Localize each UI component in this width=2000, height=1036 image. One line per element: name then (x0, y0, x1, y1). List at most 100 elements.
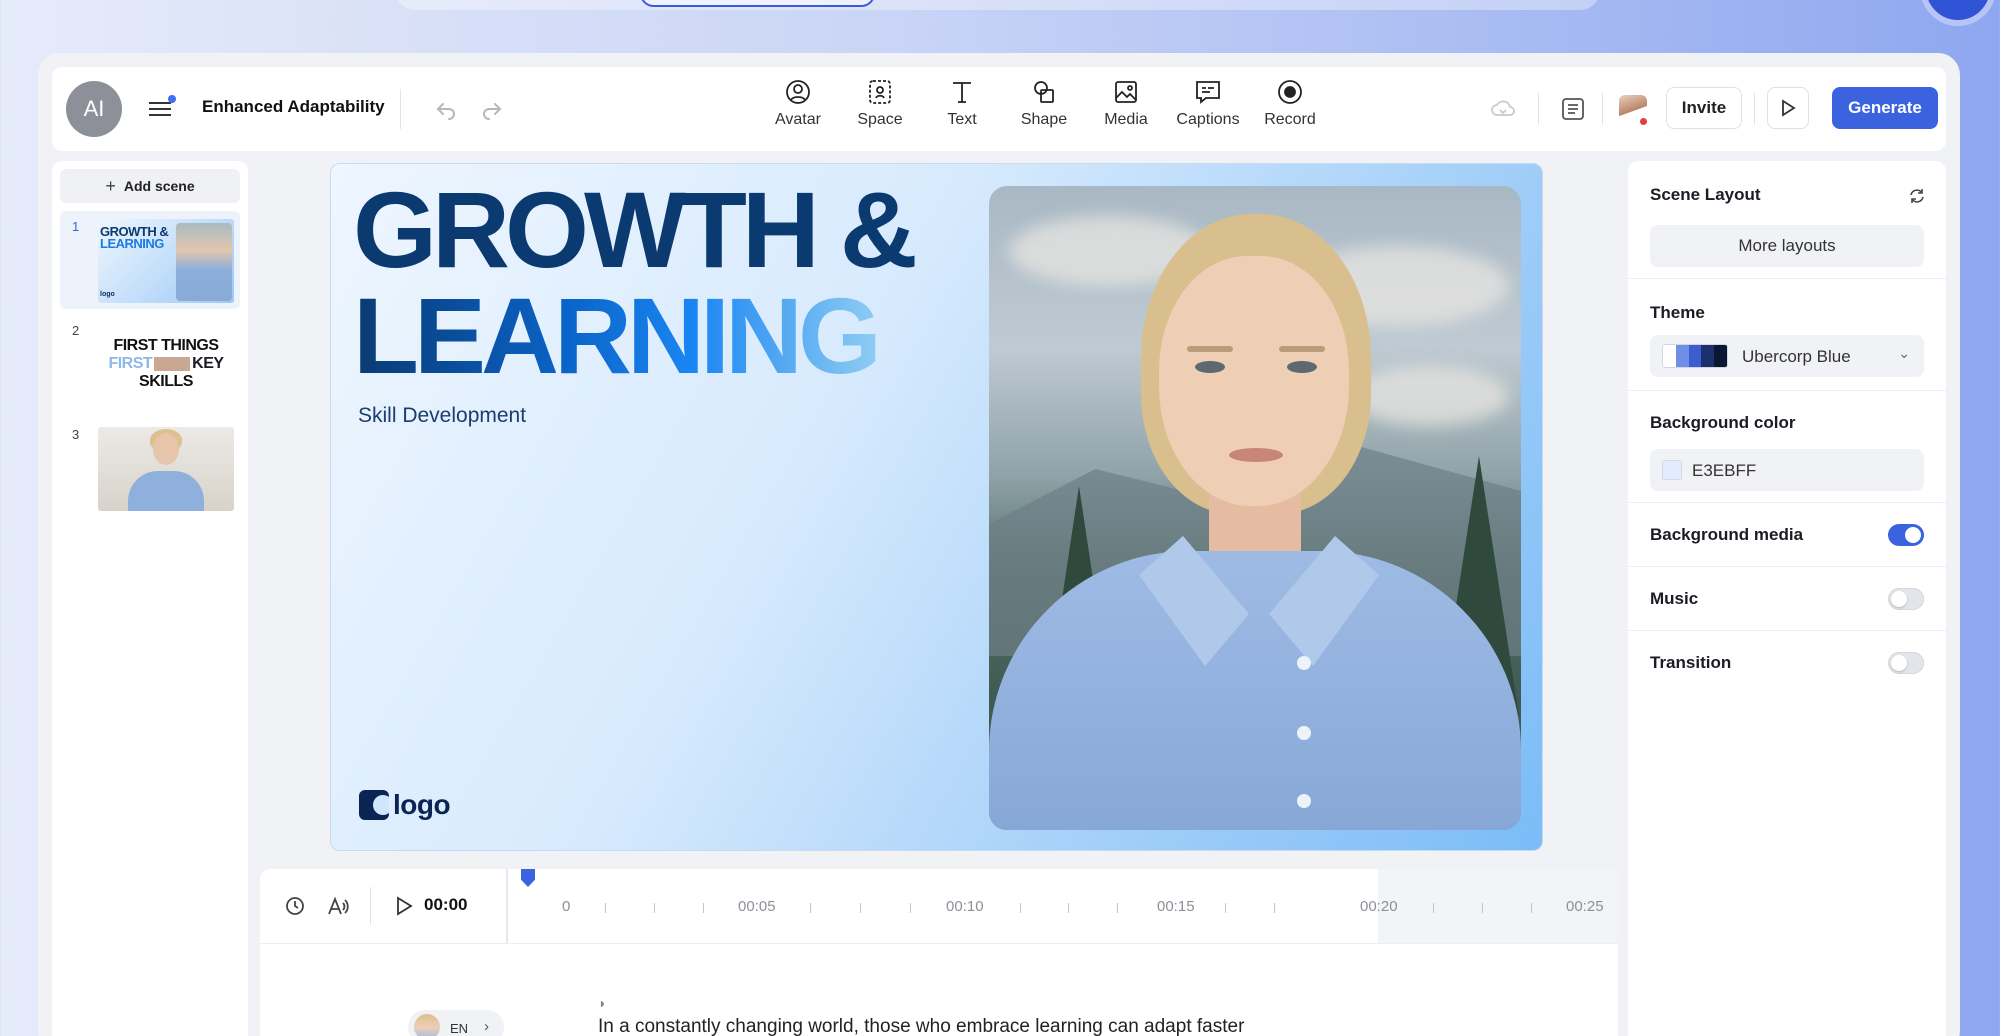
logo-mark-icon (359, 790, 389, 820)
captions-icon (1196, 81, 1220, 104)
tool-record[interactable]: Record (1249, 77, 1331, 129)
tool-avatar[interactable]: Avatar (757, 77, 839, 129)
canvas-subtitle[interactable]: Skill Development (358, 404, 526, 428)
tool-media[interactable]: Media (1085, 77, 1167, 129)
divider (1754, 93, 1755, 125)
play-icon (1782, 99, 1796, 117)
timeline-play-button[interactable] (394, 895, 414, 922)
tick (605, 903, 606, 913)
thumb-line2-key: KEY (192, 355, 224, 372)
top-toolbar: AI Enhanced Adaptability Avatar Space Te… (52, 67, 1946, 151)
duration-button[interactable] (284, 895, 306, 922)
tool-label: Captions (1176, 111, 1240, 128)
tick (1482, 903, 1483, 913)
theme-section: Theme Ubercorp Blue ⌄ (1628, 279, 1946, 391)
tool-shape[interactable]: Shape (1003, 77, 1085, 129)
presenter-eye (1287, 361, 1317, 373)
presenter-avatar-image[interactable] (989, 186, 1521, 830)
pause-marker-icon[interactable]: ◗ (598, 995, 606, 1011)
toggle-knob (1891, 655, 1907, 671)
refresh-layout-button[interactable] (1908, 187, 1926, 210)
space-icon (869, 80, 891, 104)
scene-thumbnail: FIRST THINGS FIRST KEY SKILLS (98, 323, 234, 407)
add-scene-button[interactable]: + Add scene (60, 169, 240, 203)
theme-label: Theme (1650, 303, 1705, 322)
top-pill-fragment (640, 0, 875, 7)
tick-label: 00:10 (946, 898, 984, 915)
top-search-bar-fragment (395, 0, 1600, 10)
redo-icon (483, 103, 502, 120)
tick (654, 903, 655, 913)
music-toggle[interactable] (1888, 588, 1924, 610)
background-media-toggle[interactable] (1888, 524, 1924, 546)
tool-label: Record (1264, 111, 1316, 128)
thumb-line3: SKILLS (139, 373, 193, 390)
undo-button[interactable] (434, 97, 458, 128)
scene-item-2[interactable]: 2 FIRST THINGS FIRST KEY SKILLS (60, 315, 240, 413)
scene-canvas[interactable]: GROWTH & LEARNING Skill Development logo (330, 163, 1543, 851)
presenter-brow (1279, 346, 1325, 352)
plus-icon: + (105, 175, 116, 196)
user-avatar[interactable]: AI (66, 81, 122, 137)
project-title[interactable]: Enhanced Adaptability (202, 97, 385, 117)
divider (1538, 93, 1539, 125)
tick (1117, 903, 1118, 913)
shape-icon (1034, 81, 1054, 103)
voice-button[interactable] (326, 895, 350, 922)
theme-color-swatch (1675, 345, 1689, 367)
scene-number: 3 (72, 427, 80, 442)
tool-captions[interactable]: Captions (1167, 77, 1249, 129)
canvas-logo[interactable]: logo (359, 789, 451, 821)
tick-label: 00:25 (1566, 898, 1604, 915)
menu-button[interactable] (146, 95, 176, 123)
invite-button[interactable]: Invite (1666, 87, 1742, 129)
background-color-label: Background color (1650, 413, 1796, 432)
tick (1274, 903, 1275, 913)
theme-dropdown[interactable]: Ubercorp Blue ⌄ (1650, 335, 1924, 377)
avatar-icon (786, 80, 810, 104)
theme-color-swatch (1714, 345, 1727, 367)
tick (910, 903, 911, 913)
background-color-section: Background color E3EBFF (1628, 391, 1946, 503)
script-text[interactable]: In a constantly changing world, those wh… (598, 1016, 1244, 1036)
tick (860, 903, 861, 913)
tick (1020, 903, 1021, 913)
redo-button[interactable] (480, 97, 504, 128)
properties-panel: Scene Layout More layouts Theme Ubercorp… (1628, 161, 1946, 1036)
scene-item-3[interactable]: 3 (60, 419, 240, 517)
notes-icon (1562, 98, 1584, 120)
tool-space[interactable]: Space (839, 77, 921, 129)
clock-icon (286, 897, 304, 915)
theme-color-swatch (1701, 345, 1715, 367)
script-editor: EN › ◗ In a constantly changing world, t… (260, 943, 1618, 1036)
scene-number: 2 (72, 323, 80, 338)
background-media-label: Background media (1650, 525, 1804, 544)
tick (1531, 903, 1532, 913)
tool-text[interactable]: Text (921, 77, 1003, 129)
presenter-lips (1229, 448, 1283, 462)
shirt-button (1297, 726, 1311, 740)
tool-label: Text (947, 111, 977, 128)
tick-label: 00:20 (1360, 898, 1398, 915)
thumb-title-line2: LEARNING (100, 236, 164, 251)
chevron-right-icon: › (484, 1018, 489, 1035)
background-color-field[interactable]: E3EBFF (1650, 449, 1924, 491)
scene-number: 1 (72, 219, 80, 234)
cloud-sync-button[interactable] (1490, 97, 1516, 126)
preview-play-button[interactable] (1767, 87, 1809, 129)
canvas-title-line2[interactable]: LEARNING (353, 282, 882, 390)
cloud-sync-icon (1491, 100, 1515, 116)
scene-item-1[interactable]: 1 GROWTH & LEARNING logo (60, 211, 240, 309)
thumb-line2-first: FIRST (108, 355, 153, 372)
generate-button[interactable]: Generate (1832, 87, 1938, 129)
background-color-swatch[interactable] (1662, 460, 1682, 480)
voice-icon (328, 896, 349, 915)
timeline-controls: 00:00 (260, 869, 506, 943)
transition-toggle[interactable] (1888, 652, 1924, 674)
canvas-title-line1[interactable]: GROWTH & (353, 176, 918, 284)
script-avatar-language-selector[interactable]: EN › (408, 1010, 504, 1036)
more-layouts-button[interactable]: More layouts (1650, 225, 1924, 267)
theme-swatch (1662, 344, 1728, 368)
notes-button[interactable] (1560, 96, 1586, 127)
cloud (1349, 366, 1509, 426)
